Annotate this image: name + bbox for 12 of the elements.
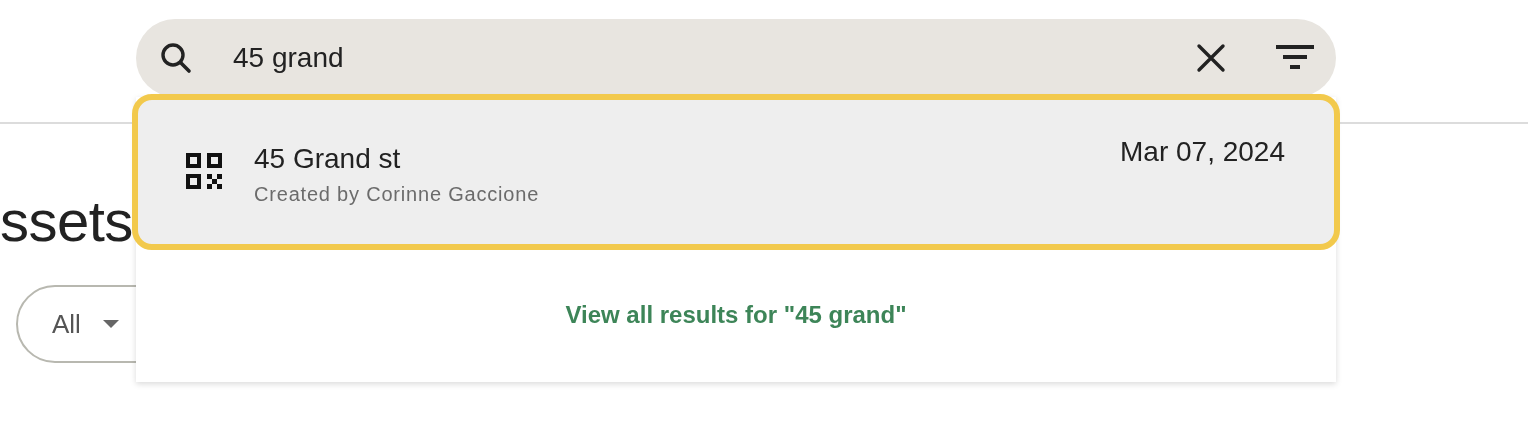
caret-icon	[102, 320, 119, 328]
view-all-link[interactable]: View all results for "45 grand"	[565, 301, 907, 329]
result-date: Mar 07, 2024	[1120, 136, 1285, 168]
qr-code-icon	[186, 153, 222, 189]
result-author: Created by Corinne Gaccione	[254, 182, 540, 206]
search-result[interactable]: 45 Grand st Created by Corinne Gaccione Mar 07, 2024	[132, 94, 1340, 250]
filter-icon[interactable]	[1276, 45, 1314, 71]
result-title: 45 Grand st	[254, 142, 401, 175]
search-field[interactable]: 45 grand	[136, 19, 1336, 97]
page-heading: ssets	[0, 187, 133, 255]
search-input[interactable]: 45 grand	[233, 38, 1196, 78]
close-icon[interactable]	[1196, 43, 1226, 73]
